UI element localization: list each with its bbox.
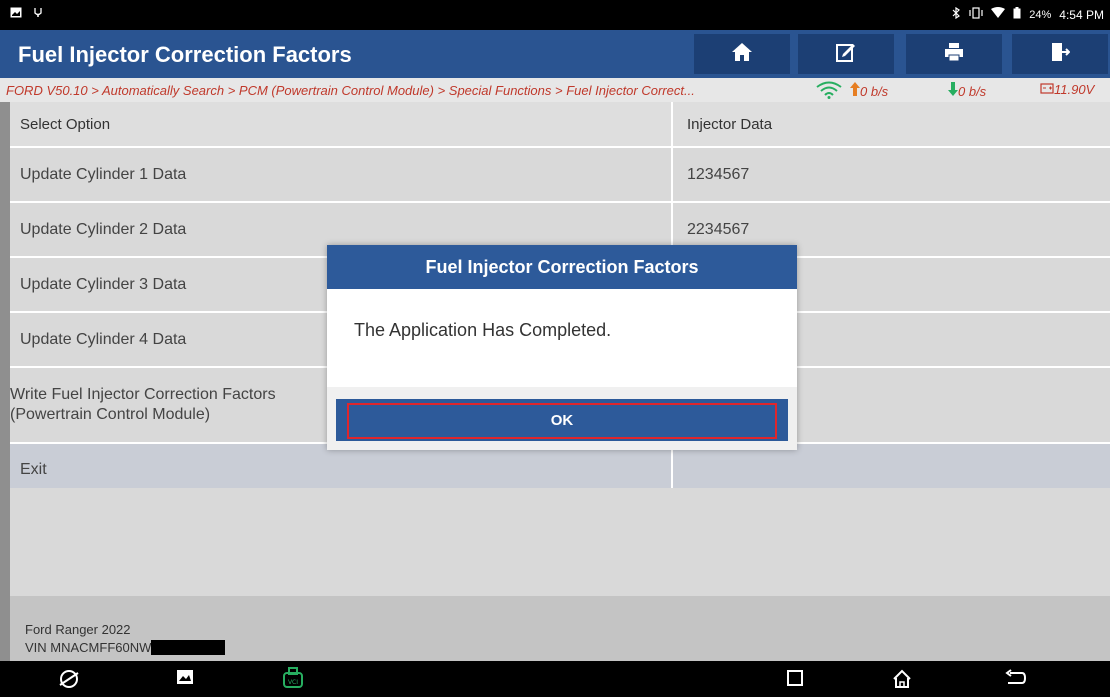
vibrate-icon bbox=[969, 7, 983, 22]
vin-text: VIN MNACMFF60NW bbox=[25, 640, 226, 655]
battery-voltage: 11.90V bbox=[1040, 82, 1094, 97]
svg-text:VCI: VCI bbox=[288, 679, 298, 686]
table-header: Select Option Injector Data bbox=[10, 102, 1110, 148]
home-nav-icon[interactable] bbox=[892, 669, 912, 694]
breadcrumb: FORD V50.10 > Automatically Search > PCM… bbox=[6, 83, 695, 98]
vci-icon[interactable]: VCI bbox=[282, 667, 304, 694]
battery-icon bbox=[1013, 7, 1021, 22]
table-row[interactable]: Update Cylinder 1 Data 1234567 bbox=[10, 148, 1110, 203]
column-header-option: Select Option bbox=[20, 115, 111, 133]
browser-icon[interactable] bbox=[58, 669, 80, 694]
car-battery-icon bbox=[1040, 83, 1054, 94]
option-label: Update Cylinder 1 Data bbox=[20, 165, 187, 183]
screenshot-icon bbox=[10, 7, 22, 21]
upload-rate: 0 b/s bbox=[850, 82, 888, 99]
vehicle-name: Ford Ranger 2022 bbox=[25, 622, 131, 637]
edit-button[interactable] bbox=[798, 34, 894, 74]
print-button[interactable] bbox=[906, 34, 1002, 74]
wifi-signal-icon bbox=[815, 81, 843, 102]
home-icon bbox=[731, 42, 753, 67]
option-label: Write Fuel Injector Correction Factors (… bbox=[10, 386, 276, 423]
recents-icon[interactable] bbox=[786, 669, 804, 692]
vehicle-info-footer: Ford Ranger 2022 VIN MNACMFF60NW bbox=[10, 596, 1110, 661]
dialog-message: The Application Has Completed. bbox=[354, 320, 612, 340]
page-title: Fuel Injector Correction Factors bbox=[18, 42, 352, 67]
dialog-title: Fuel Injector Correction Factors bbox=[327, 245, 797, 289]
exit-button[interactable] bbox=[1012, 34, 1108, 74]
edit-icon bbox=[835, 41, 857, 68]
upload-arrow-icon bbox=[850, 82, 860, 96]
battery-percent: 24% bbox=[1029, 8, 1052, 21]
redaction-block bbox=[151, 640, 226, 655]
system-nav-bar: VCI bbox=[0, 661, 1110, 697]
bluetooth-icon bbox=[951, 6, 961, 22]
usb-debug-icon bbox=[32, 6, 44, 21]
print-icon bbox=[943, 41, 965, 68]
column-header-injector-data: Injector Data bbox=[687, 115, 773, 133]
download-arrow-icon bbox=[948, 82, 958, 96]
breadcrumb-bar: FORD V50.10 > Automatically Search > PCM… bbox=[0, 78, 1110, 102]
empty-area bbox=[10, 488, 1110, 596]
download-rate: 0 b/s bbox=[948, 82, 986, 99]
gallery-icon[interactable] bbox=[176, 669, 194, 690]
clock: 4:54 PM bbox=[1059, 7, 1104, 22]
back-icon[interactable] bbox=[1004, 669, 1027, 692]
wifi-icon bbox=[991, 7, 1006, 22]
home-button[interactable] bbox=[694, 34, 790, 74]
exit-icon bbox=[1050, 41, 1071, 68]
completion-dialog: Fuel Injector Correction Factors The App… bbox=[327, 245, 797, 450]
status-bar: 24% 4:54 PM bbox=[0, 0, 1110, 30]
injector-data-value: 1234567 bbox=[687, 165, 750, 183]
ok-button[interactable]: OK bbox=[336, 399, 788, 441]
